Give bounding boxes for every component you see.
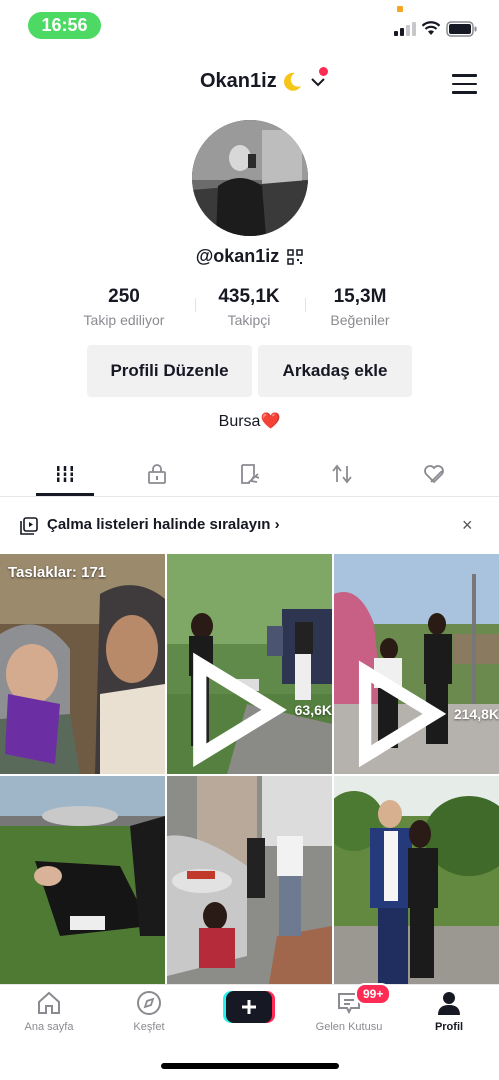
stat-following[interactable]: 250 Takip ediliyor bbox=[59, 286, 189, 328]
signal-icon bbox=[394, 22, 416, 36]
thumbnail-image bbox=[0, 776, 165, 984]
nav-profile[interactable]: Profil bbox=[404, 989, 494, 1033]
profile-tabs bbox=[0, 452, 499, 497]
crescent-moon-icon bbox=[283, 72, 301, 91]
tab-videos[interactable] bbox=[30, 452, 100, 496]
stat-label: Beğeniler bbox=[330, 312, 390, 328]
playlist-banner[interactable]: Çalma listeleri halinde sıralayın › × bbox=[0, 497, 499, 554]
tab-tagged[interactable] bbox=[215, 452, 285, 496]
bottom-nav: Ana sayfa Keşfet Gelen Kutusu 99+ Profil bbox=[0, 983, 499, 1080]
handle-row: @okan1iz bbox=[0, 246, 499, 267]
bio: Bursa❤️ bbox=[0, 411, 499, 431]
profile-icon bbox=[438, 992, 460, 1015]
profile-stats: 250 Takip ediliyor 435,1K Takipçi 15,3M … bbox=[0, 286, 499, 336]
thumbnail-image bbox=[334, 776, 499, 984]
nav-label: Profil bbox=[434, 1021, 464, 1033]
username-title: Okan1iz bbox=[200, 70, 277, 92]
video-thumbnail[interactable]: Taslaklar: 171 bbox=[0, 554, 165, 774]
heart-emoji: ❤️ bbox=[260, 413, 281, 430]
stat-value: 15,3M bbox=[333, 286, 387, 307]
view-count: 214,8K bbox=[342, 660, 499, 768]
video-grid: Taslaklar: 171 63,6K 214,8K bbox=[0, 554, 499, 984]
create-button[interactable] bbox=[223, 991, 275, 1023]
nav-label: Keşfet bbox=[133, 1021, 165, 1033]
plus-icon bbox=[223, 991, 275, 1023]
status-time: 16:56 bbox=[28, 12, 101, 39]
stat-label: Takip ediliyor bbox=[83, 312, 165, 328]
home-indicator[interactable] bbox=[161, 1063, 339, 1069]
compass-icon bbox=[137, 991, 161, 1015]
view-count: 63,6K bbox=[175, 652, 332, 768]
video-thumbnail[interactable] bbox=[167, 776, 332, 984]
playlist-banner-text: Çalma listeleri halinde sıralayın › bbox=[47, 516, 280, 533]
status-bar: 16:56 bbox=[0, 0, 499, 50]
drafts-label: Taslaklar: 171 bbox=[8, 564, 107, 581]
home-icon bbox=[38, 991, 60, 1014]
active-tab-underline bbox=[36, 493, 94, 496]
inbox-badge: 99+ bbox=[355, 983, 392, 1005]
tab-reposts[interactable] bbox=[307, 452, 377, 496]
wifi-icon bbox=[421, 21, 441, 35]
nav-discover[interactable]: Keşfet bbox=[104, 989, 194, 1033]
video-thumbnail[interactable] bbox=[334, 776, 499, 984]
profile-handle: @okan1iz bbox=[195, 246, 280, 266]
nav-home[interactable]: Ana sayfa bbox=[4, 989, 94, 1033]
playlist-icon bbox=[20, 517, 38, 535]
chevron-down-icon bbox=[310, 77, 325, 86]
hamburger-menu-icon[interactable] bbox=[452, 74, 477, 94]
thumbnail-image bbox=[167, 776, 332, 984]
stat-likes[interactable]: 15,3M Beğeniler bbox=[295, 286, 425, 328]
videos-grid-icon bbox=[55, 466, 75, 482]
stat-value: 250 bbox=[108, 286, 140, 307]
liked-icon bbox=[424, 465, 444, 484]
video-thumbnail[interactable]: 63,6K bbox=[167, 554, 332, 774]
thumbnail-image bbox=[0, 554, 165, 774]
avatar-photo bbox=[192, 120, 308, 236]
nav-label: Gelen Kutusu bbox=[315, 1021, 383, 1033]
nav-label: Ana sayfa bbox=[24, 1021, 74, 1033]
video-thumbnail[interactable] bbox=[0, 776, 165, 984]
edit-profile-button[interactable]: Profili Düzenle bbox=[87, 345, 252, 397]
tab-private[interactable] bbox=[122, 452, 192, 496]
add-friend-button[interactable]: Arkadaş ekle bbox=[258, 345, 412, 397]
account-switcher[interactable]: Okan1iz bbox=[200, 70, 325, 93]
play-icon bbox=[193, 652, 287, 768]
tab-liked[interactable] bbox=[399, 452, 469, 496]
play-icon bbox=[358, 660, 447, 768]
qr-code-icon[interactable] bbox=[287, 248, 304, 265]
bio-text: Bursa bbox=[218, 413, 261, 430]
repost-icon bbox=[332, 464, 352, 484]
tagged-icon bbox=[241, 464, 260, 484]
profile-header: Okan1iz bbox=[0, 62, 499, 106]
notification-dot bbox=[319, 67, 328, 76]
close-icon[interactable]: × bbox=[462, 515, 473, 536]
recording-indicator bbox=[397, 6, 403, 12]
video-thumbnail[interactable]: 214,8K bbox=[334, 554, 499, 774]
lock-icon bbox=[148, 464, 166, 484]
battery-icon bbox=[446, 21, 477, 37]
avatar[interactable] bbox=[192, 120, 308, 236]
